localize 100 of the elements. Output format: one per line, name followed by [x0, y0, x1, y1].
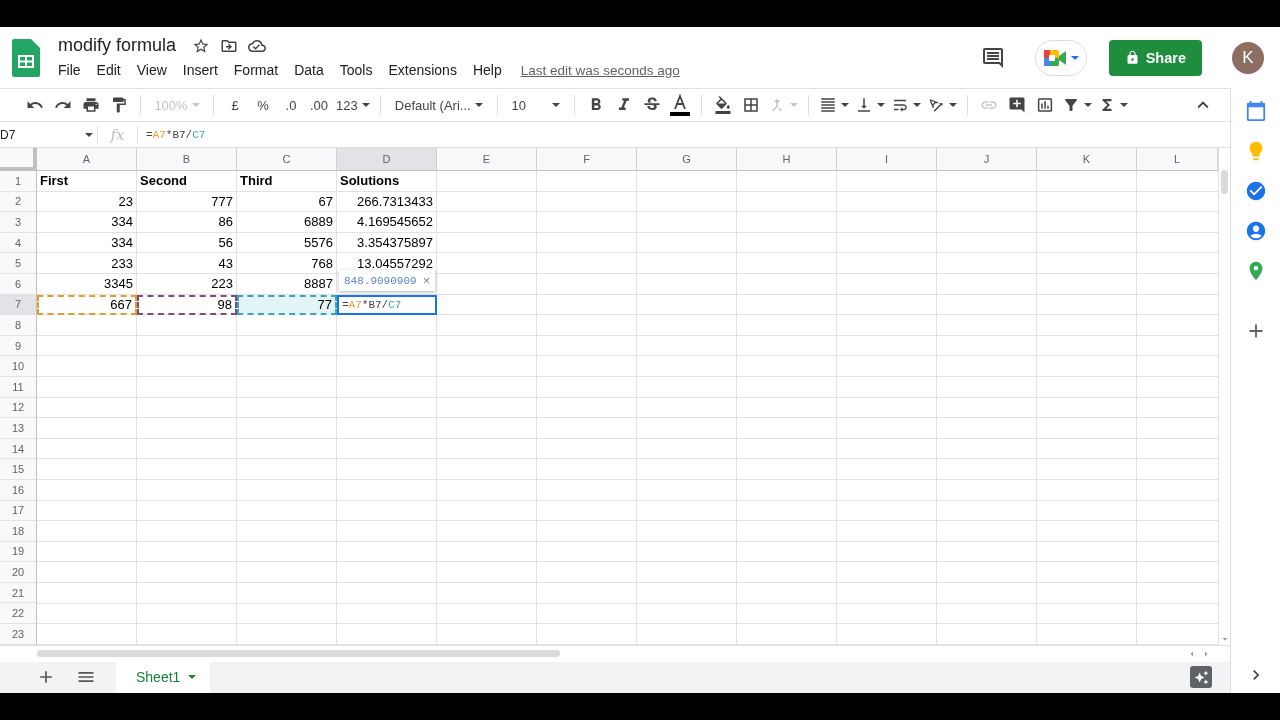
table-cell: 77: [237, 294, 337, 316]
row-header[interactable]: 10: [0, 356, 37, 377]
menu-item[interactable]: Help: [465, 60, 509, 80]
table-cell: 23: [37, 191, 137, 213]
currency-button[interactable]: £: [222, 92, 248, 118]
row-header[interactable]: 11: [0, 376, 37, 398]
row-header[interactable]: 16: [0, 479, 37, 501]
column-header[interactable]: L: [1137, 148, 1218, 171]
caret-icon: [840, 103, 849, 107]
column-header[interactable]: C: [237, 148, 337, 171]
column-header[interactable]: G: [637, 148, 737, 171]
row-header[interactable]: 17: [0, 500, 37, 522]
caret-icon: [876, 103, 885, 107]
share-button[interactable]: Share: [1108, 39, 1202, 76]
menu-item[interactable]: View: [129, 60, 174, 80]
chart-icon: [1035, 96, 1054, 114]
user-avatar[interactable]: K: [1232, 41, 1264, 74]
row-header[interactable]: 5: [0, 253, 37, 274]
horizontal-scrollbar[interactable]: [37, 650, 560, 658]
name-box[interactable]: D7: [0, 125, 98, 144]
number-format-dropdown[interactable]: 123: [334, 92, 372, 118]
column-header[interactable]: B: [137, 148, 237, 171]
table-cell: 3.354375897: [337, 232, 437, 254]
font-size-dropdown[interactable]: 10: [505, 92, 566, 118]
cell-reference: C7: [388, 298, 402, 311]
menu-item[interactable]: File: [51, 60, 88, 80]
column-header[interactable]: J: [937, 148, 1037, 171]
scrollbar-thumb[interactable]: [1221, 170, 1228, 194]
caret-icon: [188, 675, 197, 680]
table-cell: 223: [137, 273, 237, 295]
row-header[interactable]: 14: [0, 438, 37, 460]
column-header[interactable]: K: [1037, 148, 1137, 171]
row-header[interactable]: 8: [0, 315, 37, 336]
column-header[interactable]: H: [737, 148, 837, 171]
caret-icon: [948, 103, 957, 107]
menu-item[interactable]: Tools: [332, 60, 380, 80]
row-header[interactable]: 18: [0, 521, 37, 542]
document-title[interactable]: modify formula: [58, 35, 177, 56]
row-header[interactable]: 4: [0, 232, 37, 254]
row-header[interactable]: 7: [0, 294, 37, 316]
column-header[interactable]: A: [37, 148, 137, 171]
comment-icon[interactable]: [980, 45, 1005, 70]
table-cell: 86: [137, 212, 237, 233]
column-header[interactable]: E: [437, 148, 537, 171]
menu-item[interactable]: Insert: [175, 60, 225, 80]
table-cell: 768: [237, 253, 337, 274]
person-icon[interactable]: [1244, 220, 1267, 242]
table-cell: 67: [237, 191, 337, 213]
caret-icon: [191, 103, 200, 107]
row-header[interactable]: 6: [0, 273, 37, 295]
row-header[interactable]: 1: [0, 171, 37, 192]
row-header[interactable]: 9: [0, 335, 37, 357]
video-camera-icon: [1042, 47, 1067, 68]
sheets-logo[interactable]: [12, 38, 40, 77]
print-icon: [82, 96, 100, 114]
table-cell: 777: [137, 191, 237, 213]
row-header[interactable]: 20: [0, 562, 37, 583]
table-cell: First: [37, 171, 137, 192]
percent-button[interactable]: %: [250, 92, 276, 118]
column-header[interactable]: D: [337, 148, 437, 171]
row-header[interactable]: 19: [0, 541, 37, 563]
last-edit-link[interactable]: Last edit was seconds ago: [520, 62, 680, 78]
fx-label: fx: [98, 125, 138, 144]
table-cell: 667: [37, 294, 137, 316]
menu-item[interactable]: Data: [287, 60, 331, 80]
close-button[interactable]: ×: [422, 273, 431, 289]
decrease-decimals-button[interactable]: .0: [278, 92, 304, 118]
sheet-tab[interactable]: Sheet1: [116, 661, 211, 693]
cell-reference: C7: [192, 128, 206, 141]
row-header[interactable]: 15: [0, 459, 37, 480]
column-header[interactable]: I: [837, 148, 937, 171]
caret-icon: [551, 103, 560, 107]
increase-decimals-button[interactable]: .00: [306, 92, 332, 118]
table-cell: 233: [37, 253, 137, 274]
explore-icon[interactable]: [1190, 666, 1212, 689]
row-header[interactable]: 13: [0, 418, 37, 439]
text-color-icon: [669, 94, 690, 116]
caret-icon: [789, 103, 798, 107]
caret-icon: [1083, 103, 1092, 107]
cell-reference: A7: [348, 298, 362, 311]
table-cell: 6889: [237, 212, 337, 233]
paint-roller-icon: [110, 96, 128, 114]
row-header[interactable]: 23: [0, 624, 37, 645]
row-header[interactable]: 21: [0, 582, 37, 604]
caret-icon: [361, 103, 370, 107]
row-header[interactable]: 2: [0, 191, 37, 213]
formula-field[interactable]: =A7*B7/C7: [146, 128, 206, 141]
menu-item[interactable]: Extensions: [381, 60, 464, 80]
row-header[interactable]: 22: [0, 603, 37, 625]
menu-item[interactable]: Format: [226, 60, 286, 80]
column-header[interactable]: F: [537, 148, 637, 171]
align-icon: [818, 96, 837, 114]
calendar-icon[interactable]: [1244, 100, 1267, 122]
table-cell: 3345: [37, 273, 137, 295]
row-header[interactable]: 12: [0, 397, 37, 419]
table-cell: Third: [237, 171, 337, 192]
table-cell: 266.7313433: [337, 191, 437, 213]
row-header[interactable]: 3: [0, 212, 37, 233]
font-dropdown[interactable]: Default (Ari...: [388, 92, 489, 118]
menu-item[interactable]: Edit: [89, 60, 128, 80]
